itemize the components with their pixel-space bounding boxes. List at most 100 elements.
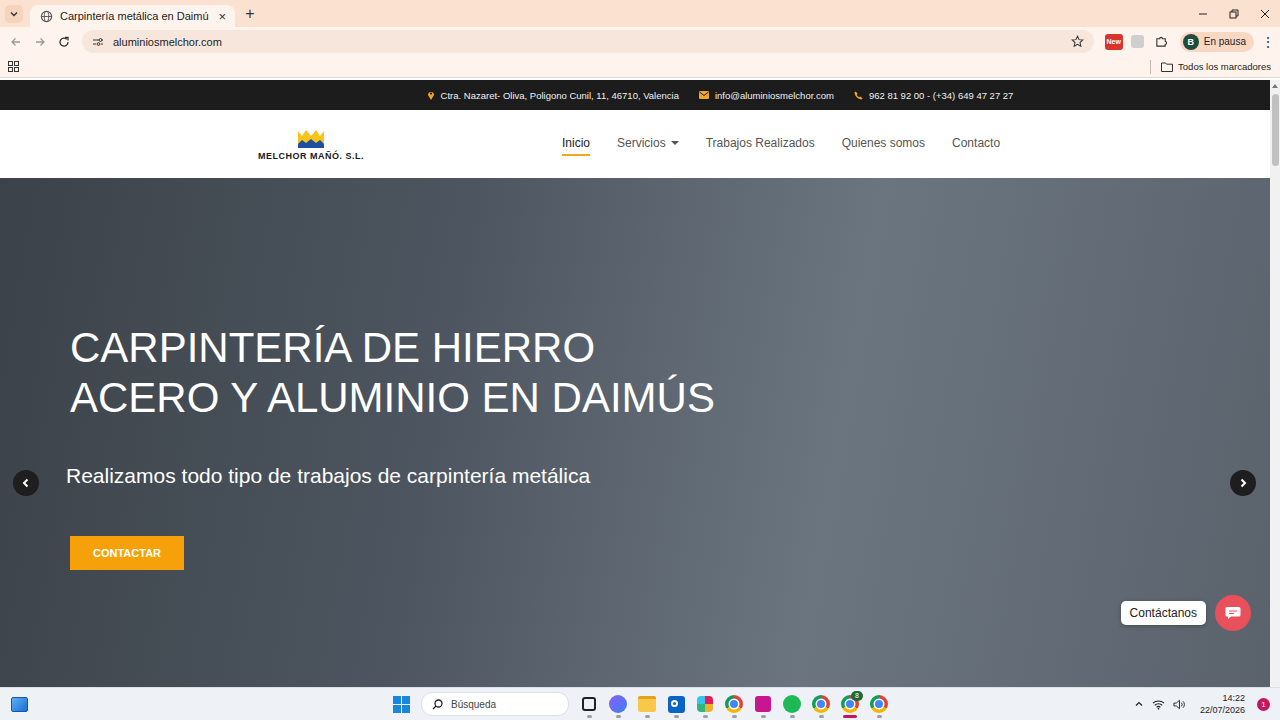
email-info[interactable]: info@aluminiosmelchor.com (699, 90, 834, 101)
wifi-icon[interactable] (1152, 699, 1165, 710)
tab-title: Carpintería metálica en Daimú (60, 10, 209, 22)
page-content: Ctra. Nazaret- Oliva, Poligono Cunil, 11… (0, 80, 1270, 687)
restore-button[interactable] (1218, 0, 1249, 27)
extensions-button[interactable] (1150, 30, 1174, 54)
chat-widget[interactable]: Contáctanos (1121, 595, 1251, 631)
paint-app[interactable] (750, 689, 776, 719)
windows-logo-icon (393, 696, 410, 713)
contact-button[interactable]: CONTACTAR (70, 536, 184, 570)
app-indicator (645, 715, 650, 718)
chrome-app[interactable]: 8 (837, 689, 863, 719)
outlook-app[interactable] (663, 689, 689, 719)
apps-grid-icon[interactable] (8, 61, 19, 72)
chrome-app[interactable] (721, 689, 747, 719)
address-text: Ctra. Nazaret- Oliva, Poligono Cunil, 11… (441, 90, 679, 101)
chat-label: Contáctanos (1121, 601, 1206, 625)
spotify-icon (783, 695, 801, 713)
nav-item[interactable]: Contacto (952, 132, 1000, 156)
previous-slide-button[interactable] (13, 470, 39, 496)
site-settings-icon (92, 36, 104, 48)
app-indicator (616, 715, 621, 718)
copilot-app[interactable] (605, 689, 631, 719)
extension-new-badge: New (1105, 34, 1123, 50)
site-logo[interactable]: MELCHOR MAÑÓ. S.L. (256, 128, 366, 161)
minimize-button[interactable] (1187, 0, 1218, 27)
taskbar-left (0, 697, 388, 712)
app-indicator (587, 715, 592, 718)
nav-item[interactable]: Inicio (562, 132, 590, 156)
taskbar-center: Búsqueda 8 (388, 689, 892, 719)
app-indicator (732, 715, 737, 718)
extension-button[interactable] (1126, 30, 1150, 54)
all-bookmarks-button[interactable]: Todos los marcadores (1161, 61, 1271, 72)
chrome-app[interactable] (866, 689, 892, 719)
browser-menu-button[interactable]: ⋮ (1256, 34, 1280, 50)
profile-avatar: B (1183, 34, 1199, 50)
chat-bubble-icon (1225, 606, 1241, 620)
chat-button[interactable] (1215, 595, 1251, 631)
tab-close-button[interactable]: × (216, 9, 230, 24)
search-icon (432, 699, 443, 710)
nav-label: Inicio (562, 136, 590, 150)
taskview-app[interactable] (576, 689, 602, 719)
taskbar: Búsqueda 8 14:2222/07/2026 1 (0, 687, 1280, 720)
phone-info[interactable]: 962 81 92 00 - (+34) 649 47 27 27 (854, 90, 1013, 101)
chrome-icon (812, 695, 830, 713)
screen: Carpintería metálica en Daimú × + aluminios… (0, 0, 1280, 720)
globe-icon (40, 10, 53, 23)
email-text: info@aluminiosmelchor.com (715, 90, 834, 101)
chevron-up-icon[interactable] (1134, 699, 1144, 709)
volume-icon[interactable] (1173, 699, 1186, 710)
logo-icon (297, 128, 325, 148)
close-window-button[interactable] (1249, 0, 1280, 27)
chrome-app[interactable] (808, 689, 834, 719)
reload-button[interactable] (52, 30, 76, 54)
nav-item[interactable]: Trabajos Realizados (706, 132, 815, 156)
back-button[interactable] (4, 30, 28, 54)
paint-icon (755, 696, 771, 712)
new-tab-button[interactable]: + (245, 5, 254, 23)
hero-slider: CARPINTERÍA DE HIERROACERO Y ALUMINIO EN… (0, 178, 1270, 687)
forward-arrow-icon (34, 36, 46, 48)
browser-tab[interactable]: Carpintería metálica en Daimú × (30, 5, 235, 27)
slack-app[interactable] (692, 689, 718, 719)
folder-icon (1161, 62, 1173, 72)
nav-label: Trabajos Realizados (706, 136, 815, 150)
widgets-icon[interactable] (11, 697, 28, 712)
profile-button[interactable]: BEn pausa (1180, 32, 1254, 52)
notification-badge[interactable]: 1 (1257, 698, 1270, 711)
minimize-icon (1198, 9, 1208, 19)
hero-subtitle: Realizamos todo tipo de trabajos de carp… (66, 463, 590, 489)
phone-icon (854, 91, 863, 100)
envelope-icon (699, 91, 709, 99)
next-slide-button[interactable] (1230, 470, 1256, 496)
back-arrow-icon (10, 36, 22, 48)
outlook-icon (668, 696, 685, 713)
chrome-icon (870, 695, 888, 713)
nav-item[interactable]: Servicios (617, 132, 679, 156)
clock[interactable]: 14:2222/07/2026 (1200, 692, 1245, 716)
scroll-up-icon[interactable] (1272, 84, 1278, 88)
main-nav: Inicio Servicios Trabajos Realizados Quiene… (562, 132, 1000, 156)
explorer-icon (638, 696, 656, 712)
close-icon (1260, 9, 1270, 19)
spotify-app[interactable] (779, 689, 805, 719)
map-pin-icon (427, 90, 435, 100)
scrollbar[interactable] (1270, 80, 1280, 687)
address-bar[interactable]: aluminiosmelchor.com (82, 30, 1094, 53)
tab-search-button[interactable] (5, 5, 23, 23)
extension-button[interactable]: New (1102, 30, 1126, 54)
forward-button[interactable] (28, 30, 52, 54)
explorer-app[interactable] (634, 689, 660, 719)
puzzle-icon (1155, 35, 1168, 48)
nav-label: Contacto (952, 136, 1000, 150)
chevron-down-icon (9, 9, 19, 19)
app-indicator (761, 715, 766, 718)
scrollbar-thumb[interactable] (1272, 94, 1279, 166)
chevron-right-icon (1238, 478, 1248, 488)
star-icon[interactable] (1071, 35, 1084, 48)
nav-item[interactable]: Quienes somos (842, 132, 925, 156)
app-indicator (790, 715, 795, 718)
start-button[interactable] (388, 689, 414, 719)
taskbar-search[interactable]: Búsqueda (421, 692, 569, 716)
